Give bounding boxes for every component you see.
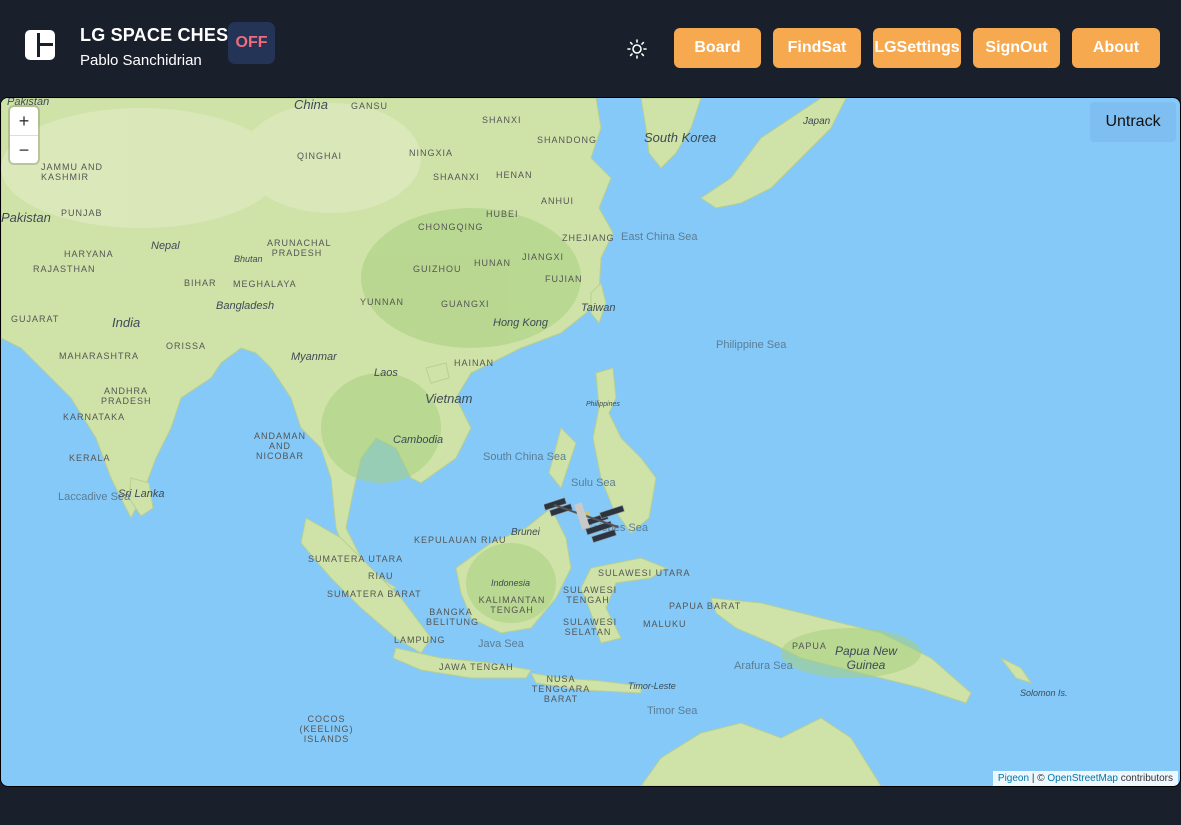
map-label: BIHAR — [184, 278, 217, 288]
map-label: Myanmar — [291, 351, 337, 363]
top-bar: LG SPACE CHESS Pablo Sanchidrian OFF Boa… — [0, 0, 1181, 96]
map-label: Sri Lanka — [118, 488, 165, 500]
map-label: MEGHALAYA — [233, 279, 297, 289]
map-label: SULAWESI UTARA — [598, 568, 691, 578]
board-button[interactable]: Board — [674, 28, 761, 68]
map-label: JAMMU AND KASHMIR — [41, 162, 104, 182]
dashboard-icon[interactable] — [24, 29, 56, 61]
map-label: Bangladesh — [216, 300, 275, 312]
findsat-button[interactable]: FindSat — [773, 28, 861, 68]
sun-icon[interactable] — [626, 38, 648, 60]
map-label: SUMATERA BARAT — [327, 589, 422, 599]
map-label: GUANGXI — [441, 299, 490, 309]
signout-button[interactable]: SignOut — [973, 28, 1060, 68]
map-label: RAJASTHAN — [33, 264, 96, 274]
map-label: COCOS (KEELING) ISLANDS — [299, 714, 354, 744]
map-label: ANDHRA PRADESH — [101, 386, 152, 406]
map-label: MALUKU — [643, 619, 687, 629]
map-label: Philippine Sea — [716, 339, 787, 351]
map-label: HUBEI — [486, 209, 519, 219]
map-label: NINGXIA — [409, 148, 454, 158]
map-label: Vietnam — [425, 391, 473, 406]
map-label: KARNATAKA — [63, 412, 126, 422]
map-label: BANGKA BELITUNG — [426, 607, 480, 627]
connection-status-badge[interactable]: OFF — [228, 22, 275, 64]
iss-satellite-icon[interactable] — [544, 491, 632, 545]
map-label: LAMPUNG — [394, 635, 446, 645]
map-label: ANHUI — [541, 196, 575, 206]
map-label: Cambodia — [393, 434, 444, 446]
map-label: Papua New Guinea — [834, 644, 898, 672]
map-label: KALIMANTAN TENGAH — [478, 595, 546, 615]
map-label: HARYANA — [64, 249, 114, 259]
about-button[interactable]: About — [1072, 28, 1160, 68]
pigeon-link[interactable]: Pigeon — [998, 773, 1029, 784]
map-label: SHANDONG — [537, 135, 598, 145]
map-label: CHONGQING — [418, 222, 484, 232]
map-label: GUIZHOU — [413, 264, 462, 274]
map-label: Taiwan — [581, 302, 616, 314]
map-label: SHAANXI — [433, 172, 480, 182]
map-label: KEPULAUAN RIAU — [414, 535, 507, 545]
map-label: Timor Sea — [647, 705, 698, 717]
map-label: East China Sea — [621, 231, 698, 243]
map-attribution: Pigeon | © OpenStreetMap contributors — [992, 771, 1178, 786]
map-label: MAHARASHTRA — [59, 351, 140, 361]
map-label: FUJIAN — [545, 274, 583, 284]
map-label: HUNAN — [474, 258, 512, 268]
map-label: Pakistan — [1, 210, 51, 225]
app-title: LG SPACE CHESS — [80, 25, 241, 45]
map-label: Arafura Sea — [734, 660, 793, 672]
map-label: Nepal — [151, 240, 180, 252]
map-label: GUJARAT — [11, 314, 60, 324]
map-label: HENAN — [496, 170, 533, 180]
user-name: Pablo Sanchidrian — [80, 52, 202, 69]
zoom-in-button[interactable]: + — [10, 107, 38, 136]
map-label: ANDAMAN AND NICOBAR — [253, 431, 306, 461]
map-label: GANSU — [351, 101, 389, 111]
map-label: YUNNAN — [360, 297, 405, 307]
map-label: China — [294, 97, 328, 112]
map-label: PAPUA BARAT — [669, 601, 742, 611]
map-label: KERALA — [69, 453, 111, 463]
openstreetmap-link[interactable]: OpenStreetMap — [1047, 773, 1118, 784]
map-label: Laos — [374, 367, 398, 379]
map-label: Japan — [803, 116, 831, 127]
attribution-separator: | © — [1029, 773, 1048, 784]
map-label: Laccadive Sea — [58, 491, 131, 503]
map-label: India — [112, 315, 141, 330]
map-label: SUMATERA UTARA — [308, 554, 404, 564]
map-label: PUNJAB — [61, 208, 103, 218]
map-label: SULAWESI SELATAN — [563, 617, 618, 637]
satellite-map[interactable]: China GANSU SHANXI SHANDONG South Korea … — [0, 97, 1181, 787]
untrack-button[interactable]: Untrack — [1090, 102, 1176, 142]
map-label: Indonesia — [491, 578, 531, 588]
map-label: HAINAN — [454, 358, 495, 368]
map-label: SULAWESI TENGAH — [563, 585, 618, 605]
map-label: JAWA TENGAH — [439, 662, 514, 672]
zoom-out-button[interactable]: − — [10, 136, 38, 164]
map-label: Hong Kong — [493, 317, 549, 329]
map-label: ARUNACHAL PRADESH — [267, 238, 332, 258]
map-label: Solomon Is. — [1020, 688, 1068, 698]
map-label: RIAU — [368, 571, 394, 581]
map-label: Bhutan — [234, 254, 263, 264]
lgsettings-button[interactable]: LGSettings — [873, 28, 961, 68]
map-label: Brunei — [511, 527, 540, 538]
map-label: Philippines — [586, 401, 620, 408]
map-label: South Korea — [644, 130, 717, 145]
map-label: JIANGXI — [522, 252, 565, 262]
map-label: NUSA TENGGARA BARAT — [531, 674, 591, 704]
map-label: ORISSA — [166, 341, 207, 351]
zoom-control: + − — [10, 107, 38, 163]
map-label: Java Sea — [478, 638, 524, 650]
map-label: ZHEJIANG — [562, 233, 615, 243]
map-label: QINGHAI — [297, 151, 343, 161]
map-label: Timor-Leste — [628, 681, 676, 691]
map-label: PAPUA — [792, 641, 827, 651]
map-label: SHANXI — [482, 115, 522, 125]
attribution-suffix: contributors — [1117, 773, 1173, 784]
map-label: Sulu Sea — [571, 477, 616, 489]
map-label: South China Sea — [483, 451, 567, 463]
